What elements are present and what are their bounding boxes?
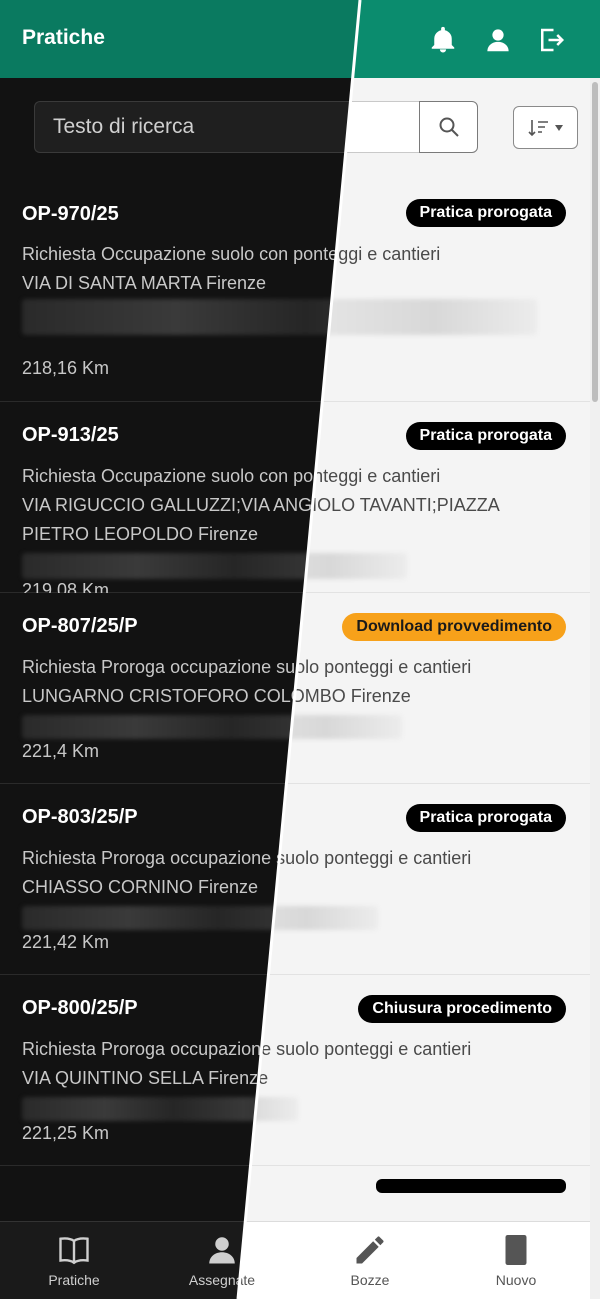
user-icon[interactable] (483, 25, 513, 55)
status-badge (376, 1179, 566, 1193)
status-badge: Pratica prorogata (405, 804, 566, 832)
nav-item-pratiche[interactable]: Pratiche (0, 1222, 148, 1299)
person-icon (204, 1232, 240, 1268)
status-badge: Chiusura procedimento (358, 995, 566, 1023)
page-title: Pratiche (22, 26, 105, 49)
sort-button[interactable] (513, 106, 578, 149)
pratica-code: OP-807/25/P (22, 615, 138, 637)
document-icon (498, 1232, 534, 1268)
distance: 221,42 Km (22, 932, 110, 952)
status-badge: Pratica prorogata (405, 199, 566, 227)
scroll-thumb[interactable] (592, 82, 598, 402)
pratica-code: OP-970/25 (22, 203, 119, 225)
distance: 221,4 Km (22, 741, 100, 761)
nav-item-bozze[interactable]: Bozze (296, 1222, 444, 1299)
pratica-code: OP-800/25/P (22, 997, 138, 1019)
distance: 218,16 Km (22, 358, 110, 378)
distance: 221,25 Km (22, 1123, 110, 1143)
nav-item-nuovo[interactable]: Nuovo (442, 1222, 590, 1299)
book-icon (56, 1232, 92, 1268)
download-provvedimento-button[interactable]: Download provvedimento (342, 613, 566, 641)
bell-icon[interactable] (428, 25, 458, 55)
chevron-down-icon (554, 124, 563, 131)
pratica-code: OP-913/25 (22, 424, 119, 446)
sort-icon (527, 119, 548, 136)
logout-icon[interactable] (536, 25, 566, 55)
search-button[interactable] (419, 101, 478, 153)
status-badge: Pratica prorogata (405, 422, 566, 450)
scrollbar[interactable] (590, 78, 600, 1299)
pratica-code: OP-803/25/P (22, 806, 138, 828)
pencil-icon (352, 1232, 388, 1268)
search-icon (439, 117, 459, 137)
